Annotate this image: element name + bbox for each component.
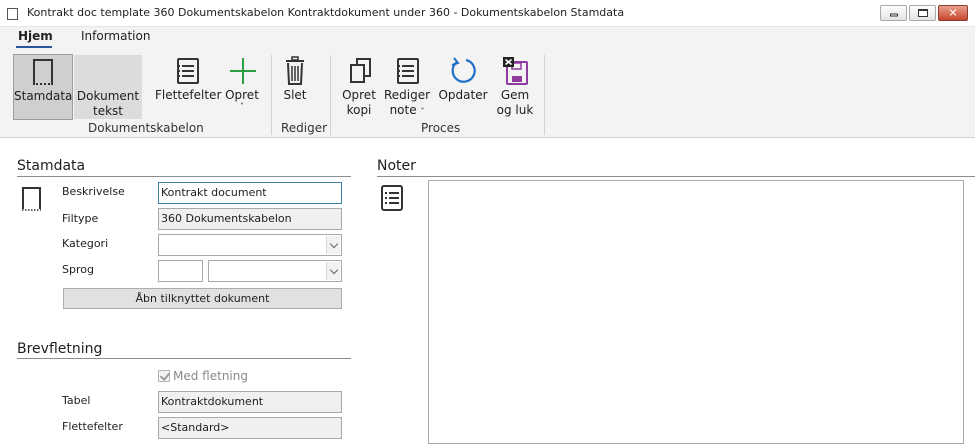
- refresh-icon: [449, 56, 477, 86]
- blank-icon: [94, 57, 122, 87]
- stamdata-button-label: Stamdata: [14, 89, 73, 103]
- tab-information[interactable]: Information: [81, 29, 150, 43]
- rediger-note-button[interactable]: Rediger note ˅: [383, 54, 431, 120]
- stamdata-section-title: Stamdata: [17, 158, 86, 174]
- close-button[interactable]: ✕: [938, 5, 968, 21]
- minimize-button[interactable]: [880, 5, 907, 21]
- opret-kopi-button[interactable]: Opret kopi: [338, 54, 380, 120]
- save-close-icon: [501, 56, 529, 86]
- maximize-button[interactable]: [909, 5, 936, 21]
- dokument-tekst-label-1: Dokument: [76, 89, 140, 103]
- stamdata-section-divider: [17, 176, 351, 177]
- filtype-field: 360 Dokumentskabelon: [158, 208, 342, 230]
- gem-og-luk-label-2: og luk: [496, 103, 534, 117]
- close-icon: ✕: [948, 6, 958, 20]
- slet-label: Slet: [283, 88, 307, 102]
- kategori-label: Kategori: [62, 237, 109, 250]
- chevron-down-icon: [326, 262, 340, 280]
- copy-icon: [345, 56, 373, 86]
- chevron-down-icon: [326, 236, 340, 254]
- stamdata-button[interactable]: Stamdata: [13, 54, 73, 120]
- minimize-icon: [889, 13, 898, 17]
- kategori-select[interactable]: [158, 234, 342, 256]
- gem-og-luk-button[interactable]: Gem og luk: [494, 54, 536, 120]
- flettefelter-label: Flettefelter: [155, 88, 222, 102]
- rediger-note-label-1: Rediger: [383, 88, 431, 102]
- brevfletning-section-title: Brevfletning: [17, 341, 103, 357]
- chevron-down-icon: ˅: [420, 107, 425, 116]
- notes-textarea[interactable]: [428, 180, 964, 444]
- note-list-icon: [380, 185, 404, 214]
- beskrivelse-label: Beskrivelse: [62, 185, 125, 198]
- flettefelter-button[interactable]: Flettefelter: [155, 54, 222, 120]
- opret-kopi-label-2: kopi: [346, 103, 372, 117]
- slet-button[interactable]: Slet: [279, 54, 311, 120]
- noter-section-divider: [377, 176, 975, 177]
- title-bar: Kontrakt doc template 360 Dokumentskabel…: [0, 0, 975, 27]
- brevfletning-section-divider: [17, 358, 351, 359]
- app-icon: [7, 8, 18, 20]
- tabel-field: Kontraktdokument: [158, 391, 342, 413]
- beskrivelse-input[interactable]: Kontrakt document: [158, 182, 342, 204]
- group-separator: [544, 55, 545, 135]
- group-label-dokumentskabelon: Dokumentskabelon: [88, 121, 204, 135]
- plus-icon: [228, 56, 256, 86]
- med-fletning-label: Med fletning: [173, 369, 248, 383]
- med-fletning-row: Med fletning: [158, 369, 248, 383]
- maximize-icon: [917, 9, 928, 17]
- window-title: Kontrakt doc template 360 Dokumentskabel…: [27, 6, 625, 19]
- group-separator: [330, 55, 331, 135]
- gem-og-luk-label-1: Gem: [500, 88, 530, 102]
- group-separator: [271, 55, 272, 135]
- tabel-label: Tabel: [62, 394, 91, 407]
- dokument-tekst-button[interactable]: Dokument tekst: [74, 55, 142, 119]
- opret-label: Opret: [225, 88, 259, 102]
- opret-button[interactable]: Opret ˅: [224, 54, 260, 120]
- flettefelter-label: Flettefelter: [62, 420, 123, 433]
- chevron-down-icon: ˅: [240, 102, 244, 111]
- med-fletning-checkbox[interactable]: [158, 370, 170, 382]
- sprog-label: Sprog: [62, 263, 94, 276]
- dokument-tekst-label-2: tekst: [93, 104, 123, 118]
- trash-icon: [281, 56, 309, 86]
- sprog-code-input[interactable]: [158, 260, 203, 282]
- ribbon-tabs: Hjem Information: [0, 27, 975, 49]
- flettefelter-field: <Standard>: [158, 417, 342, 439]
- open-attached-document-button[interactable]: Åbn tilknyttet dokument: [63, 288, 342, 309]
- rediger-note-label-2: note: [389, 103, 417, 117]
- group-label-proces: Proces: [421, 121, 461, 135]
- filtype-label: Filtype: [62, 212, 99, 225]
- list-icon: [173, 56, 201, 86]
- opdater-label: Opdater: [438, 88, 488, 102]
- opret-kopi-label-1: Opret: [342, 88, 376, 102]
- opdater-button[interactable]: Opdater: [438, 54, 488, 120]
- ribbon: Stamdata Dokument tekst Flettefelter Opr…: [0, 49, 975, 138]
- sprog-select[interactable]: [208, 260, 342, 282]
- active-tab-indicator: [16, 46, 52, 48]
- noter-section-title: Noter: [377, 158, 416, 174]
- document-bracket-icon: [21, 186, 43, 215]
- document-bracket-icon: [29, 57, 57, 87]
- group-label-rediger: Rediger: [281, 121, 328, 135]
- tab-hjem[interactable]: Hjem: [18, 29, 53, 43]
- note-list-icon: [393, 56, 421, 86]
